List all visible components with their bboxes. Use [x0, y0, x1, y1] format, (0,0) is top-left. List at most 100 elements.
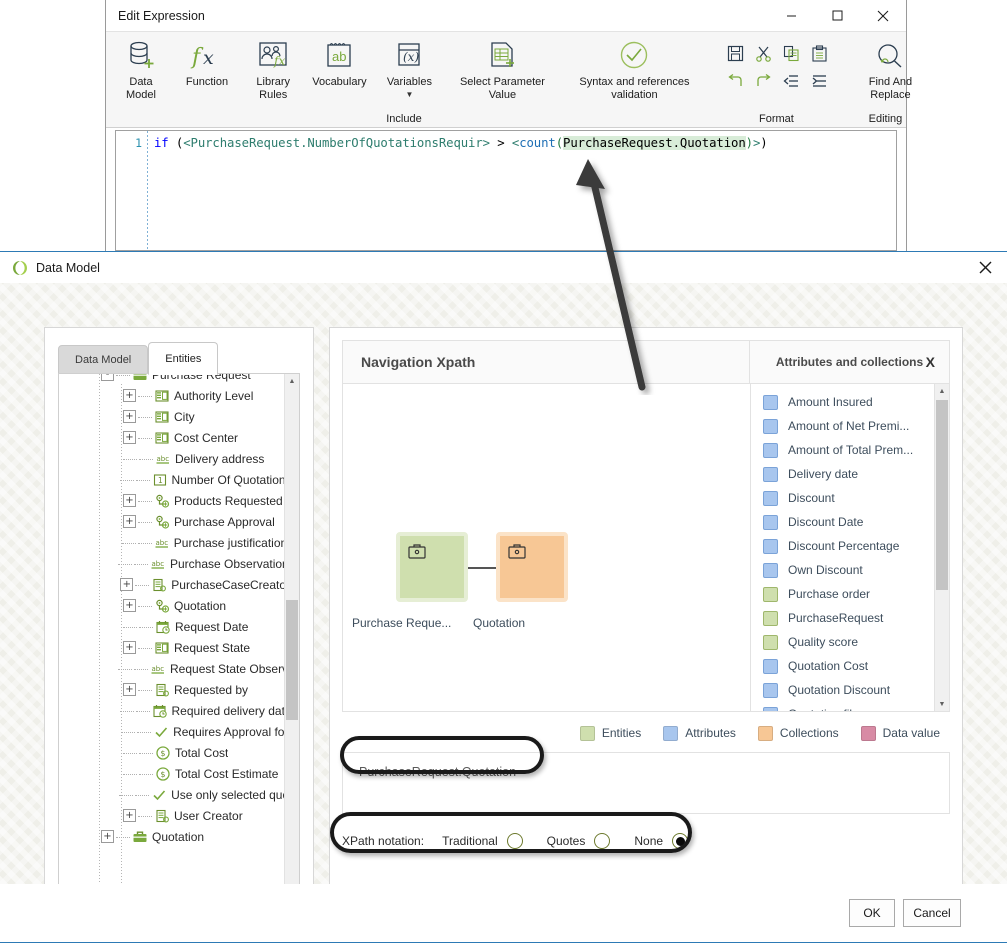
radio-button[interactable] [506, 833, 523, 849]
radio-button[interactable] [594, 833, 611, 849]
tree-node[interactable]: abc Request State Observa [59, 658, 285, 679]
data-model-button[interactable]: Data Model [108, 32, 174, 127]
tree-connector [119, 479, 134, 481]
library-rules-button[interactable]: fx Library Rules [240, 32, 306, 127]
scroll-up-icon[interactable]: ▲ [935, 384, 949, 398]
attributes-scroll-thumb[interactable] [936, 400, 948, 590]
tree-node[interactable]: 1 Number Of Quotations [59, 469, 285, 490]
expression-code-editor[interactable]: 1 if (<PurchaseRequest.NumberOfQuotation… [115, 130, 897, 251]
attribute-list-item[interactable]: PurchaseRequest [751, 606, 935, 630]
expand-icon[interactable]: + [123, 641, 136, 654]
indent-button[interactable] [806, 68, 832, 94]
save-button[interactable] [722, 40, 748, 66]
code-line-1[interactable]: if (<PurchaseRequest.NumberOfQuotationsR… [154, 134, 896, 152]
expand-icon[interactable]: + [123, 515, 136, 528]
expression-result-box[interactable]: PurchaseRequest.Quotation [342, 752, 950, 814]
tree-node[interactable]: - Purchase Request [59, 374, 285, 385]
entities-tree[interactable]: - Purchase Request + Authority Level + City + C… [58, 373, 300, 927]
tree-node[interactable]: + Purchase Approval [59, 511, 285, 532]
xpath-option-none[interactable]: None [634, 833, 689, 849]
tree-scroll-thumb[interactable] [286, 600, 298, 720]
attribute-list-item[interactable]: Quotation Discount [751, 678, 935, 702]
navigation-content-panel: Navigation Xpath Attributes and collecti… [329, 327, 963, 940]
scroll-down-icon[interactable]: ▼ [935, 697, 949, 711]
outdent-button[interactable] [778, 68, 804, 94]
attribute-list-item[interactable]: Quality score [751, 630, 935, 654]
expand-icon[interactable]: + [123, 431, 136, 444]
attributes-panel-close-button[interactable]: X [926, 354, 935, 370]
expand-icon[interactable]: + [123, 389, 136, 402]
tree-node[interactable]: + Cost Center [59, 427, 285, 448]
close-button[interactable] [860, 0, 906, 31]
tree-node[interactable]: + City [59, 406, 285, 427]
expand-icon[interactable]: + [120, 578, 134, 591]
attribute-list-item[interactable]: Quotation file [751, 702, 935, 711]
expand-icon[interactable]: + [101, 830, 114, 843]
attribute-list-item[interactable]: Discount Percentage [751, 534, 935, 558]
radio-button[interactable] [672, 833, 689, 849]
attribute-list-item[interactable]: Amount Insured [751, 390, 935, 414]
paste-button[interactable] [806, 40, 832, 66]
tree-node[interactable]: Requires Approval for [59, 721, 285, 742]
maximize-button[interactable] [814, 0, 860, 31]
tree-node[interactable]: $ Total Cost [59, 742, 285, 763]
tree-node[interactable]: abc Purchase Observations [59, 553, 285, 574]
tree-node[interactable]: abc Delivery address [59, 448, 285, 469]
tree-node[interactable]: + Authority Level [59, 385, 285, 406]
attribute-list-item[interactable]: Own Discount [751, 558, 935, 582]
collapse-icon[interactable]: - [101, 374, 114, 381]
xpath-option-traditional[interactable]: Traditional [442, 833, 523, 849]
indent-icon [812, 74, 826, 87]
expand-icon[interactable]: + [123, 599, 136, 612]
attribute-color-swatch [763, 514, 778, 530]
cut-button[interactable] [750, 40, 776, 66]
scroll-up-icon[interactable]: ▲ [285, 374, 299, 388]
tab-data-model[interactable]: Data Model [58, 345, 149, 375]
tree-node[interactable]: + Requested by [59, 679, 285, 700]
tree-node[interactable]: + Request State [59, 637, 285, 658]
tree-node[interactable]: Request Date [59, 616, 285, 637]
attribute-list-item[interactable]: Delivery date [751, 462, 935, 486]
data-model-close-button[interactable] [963, 253, 1007, 283]
navigation-diagram[interactable]: Purchase Reque... Quotation [342, 384, 763, 712]
redo-button[interactable] [750, 68, 776, 94]
chevron-down-icon[interactable]: ▼ [405, 90, 413, 99]
expand-icon[interactable]: + [123, 683, 136, 696]
outdent-icon [783, 74, 798, 87]
minimize-button[interactable] [768, 0, 814, 31]
xpath-notation-label: XPath notation: [342, 834, 425, 848]
tree-node[interactable]: + Quotation [59, 595, 285, 616]
attribute-list-item[interactable]: Quotation Cost [751, 654, 935, 678]
attribute-list-item[interactable]: Discount [751, 486, 935, 510]
tree-node[interactable]: + User Creator [59, 805, 285, 826]
tree-node[interactable]: Required delivery date [59, 700, 285, 721]
attribute-label: Delivery date [788, 467, 859, 481]
cancel-button[interactable]: Cancel [903, 899, 961, 927]
function-button[interactable]: f x Function [174, 32, 240, 127]
attributes-and-collections-list[interactable]: Amount Insured Amount of Net Premi... Amou… [750, 384, 950, 712]
syntax-validation-button[interactable]: Syntax and references validation [558, 32, 710, 127]
expand-icon[interactable]: + [123, 809, 136, 822]
copy-button[interactable] [778, 40, 804, 66]
attribute-list-item[interactable]: Discount Date [751, 510, 935, 534]
attribute-list-item[interactable]: Amount of Net Premi... [751, 414, 935, 438]
tree-node-label: Number Of Quotations [171, 472, 286, 487]
attributes-vertical-scrollbar[interactable]: ▲ ▼ [934, 384, 949, 711]
tree-vertical-scrollbar[interactable]: ▲ ▼ [284, 374, 299, 912]
diagram-node-purchase-request[interactable] [396, 532, 468, 602]
expand-icon[interactable]: + [123, 494, 136, 507]
tree-node[interactable]: + Quotation [59, 826, 285, 847]
tree-node[interactable]: $ Total Cost Estimate [59, 763, 285, 784]
diagram-node-quotation[interactable] [496, 532, 568, 602]
tree-node[interactable]: Use only selected quot [59, 784, 285, 805]
tree-node[interactable]: + Products Requested [59, 490, 285, 511]
undo-button[interactable] [722, 68, 748, 94]
xpath-option-quotes[interactable]: Quotes [547, 833, 611, 849]
tree-node[interactable]: + PurchaseCaseCreator [59, 574, 285, 595]
expand-icon[interactable]: + [123, 410, 136, 423]
tab-entities[interactable]: Entities [148, 342, 219, 375]
attribute-list-item[interactable]: Amount of Total Prem... [751, 438, 935, 462]
attribute-list-item[interactable]: Purchase order [751, 582, 935, 606]
tree-node[interactable]: abc Purchase justification [59, 532, 285, 553]
ok-button[interactable]: OK [849, 899, 895, 927]
